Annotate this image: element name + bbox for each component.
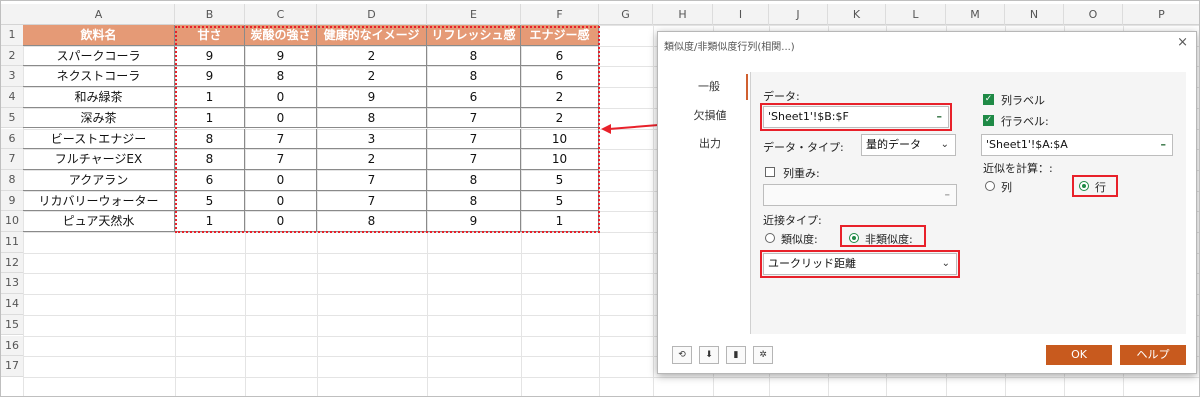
general-panel: データ: 'Sheet1'!$B:$F – データ・タイプ: 量的データ ⌄ 列…	[750, 72, 1186, 334]
data-label: データ:	[763, 90, 800, 103]
proximity-matrix-dialog: 類似度/非類似度行列(相関...) × 一般 欠損値 出力 データ: 'Shee…	[657, 31, 1197, 374]
data-type-value: 量的データ	[866, 138, 921, 151]
tab-output[interactable]: 出力	[672, 131, 748, 157]
collapse-icon[interactable]: –	[1161, 135, 1167, 155]
distance-highlight	[760, 250, 960, 278]
close-icon[interactable]: ×	[1177, 35, 1188, 50]
column-weights-label: 列重み:	[783, 167, 820, 180]
columns-radio[interactable]	[985, 181, 995, 191]
column-labels-label: 列ラベル	[1001, 94, 1045, 107]
help-button[interactable]: ヘルプ	[1120, 345, 1186, 365]
similarity-label: 類似度:	[781, 233, 818, 246]
data-type-select[interactable]: 量的データ ⌄	[861, 134, 956, 156]
gear-icon[interactable]: ✲	[753, 346, 773, 364]
column-weights-field[interactable]: –	[763, 184, 957, 206]
column-labels-checkbox[interactable]: ✓	[983, 94, 994, 105]
proximity-type-label: 近接タイプ:	[763, 214, 822, 227]
row-labels-value: 'Sheet1'!$A:$A	[986, 138, 1068, 151]
data-range-highlight	[760, 103, 952, 131]
mouse-icon[interactable]: ▮	[726, 346, 746, 364]
spreadsheet-window: ABCDEFGHIJKLMNOP 1 2 3 4 5 6 7 8 9 10 11 12 13 14 15 16…	[0, 0, 1200, 397]
similarity-radio[interactable]	[765, 233, 775, 243]
collapse-icon[interactable]: –	[945, 185, 951, 205]
rows-highlight	[1072, 175, 1118, 197]
dissimilarity-highlight	[840, 225, 926, 247]
row-labels-checkbox[interactable]: ✓	[983, 115, 994, 126]
compute-label: 近似を計算：:	[983, 162, 1053, 175]
row-labels-label: 行ラベル:	[1001, 115, 1049, 128]
data-type-label: データ・タイプ:	[763, 141, 844, 154]
tab-general[interactable]: 一般	[672, 74, 748, 100]
ok-button[interactable]: OK	[1046, 345, 1112, 365]
chevron-down-icon: ⌄	[940, 139, 949, 150]
column-weights-checkbox[interactable]	[765, 167, 775, 177]
tab-missing-values[interactable]: 欠損値	[672, 103, 748, 129]
download-icon[interactable]: ⬇	[699, 346, 719, 364]
columns-option-label: 列	[1001, 181, 1012, 194]
reset-icon[interactable]: ⟲	[672, 346, 692, 364]
dialog-title: 類似度/非類似度行列(相関...)	[664, 42, 795, 53]
row-labels-field[interactable]: 'Sheet1'!$A:$A –	[981, 134, 1173, 156]
